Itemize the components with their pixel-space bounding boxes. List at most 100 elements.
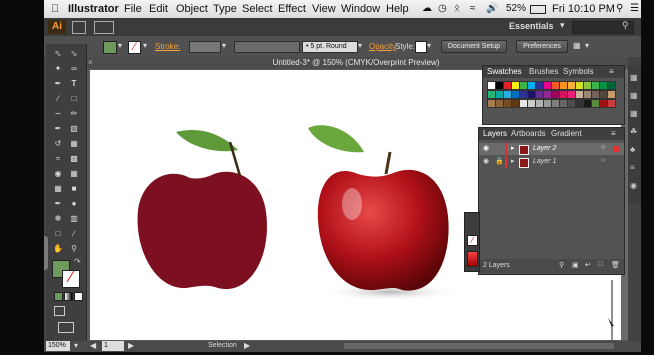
stroke-panel-icon[interactable]: ≡ bbox=[630, 163, 635, 172]
tab-swatches[interactable]: Swatches bbox=[487, 66, 522, 78]
delete-layer-icon[interactable]: 🗑 bbox=[611, 261, 620, 269]
lasso-tool-icon[interactable]: ∞ bbox=[67, 63, 81, 75]
menu-file[interactable]: File bbox=[124, 3, 142, 15]
menu-help[interactable]: Help bbox=[386, 3, 409, 15]
rotate-tool-icon[interactable]: ↺ bbox=[51, 138, 65, 150]
gradient-swatch[interactable] bbox=[467, 251, 478, 267]
color-panel-icon[interactable]: ▦ bbox=[630, 73, 638, 82]
swatch-chip[interactable] bbox=[607, 81, 616, 90]
shape-builder-tool-icon[interactable]: ◉ bbox=[51, 168, 65, 180]
swap-colors-icon[interactable]: ↷ bbox=[74, 257, 81, 266]
swatch-chip[interactable] bbox=[607, 90, 616, 99]
arrange-documents-icon[interactable] bbox=[94, 21, 114, 34]
symbols-panel-icon[interactable]: ♣ bbox=[630, 145, 635, 154]
stroke-label[interactable]: Stroke: bbox=[155, 42, 180, 51]
battery-icon[interactable] bbox=[530, 5, 546, 14]
appearance-panel-icon[interactable]: ◉ bbox=[630, 181, 637, 190]
visibility-eye-icon[interactable]: ◉ bbox=[483, 144, 489, 152]
apple-menu-icon[interactable]:  bbox=[51, 3, 59, 15]
new-sublayer-icon[interactable]: ↵ bbox=[585, 261, 591, 269]
menu-type[interactable]: Type bbox=[213, 3, 237, 15]
panel-menu-icon[interactable]: ≡ bbox=[609, 66, 614, 78]
selection-tool-icon[interactable]: ⬁ bbox=[51, 48, 65, 60]
gradient-mode-icon[interactable] bbox=[64, 292, 73, 301]
clipping-mask-icon[interactable]: ▣ bbox=[572, 261, 579, 269]
hand-tool-icon[interactable]: ✋ bbox=[51, 243, 65, 255]
type-tool-icon[interactable]: T bbox=[67, 78, 81, 90]
direct-selection-tool-icon[interactable]: ⬂ bbox=[67, 48, 81, 60]
menu-view[interactable]: View bbox=[312, 3, 336, 15]
tab-artboards[interactable]: Artboards bbox=[511, 128, 546, 140]
rectangle-tool-icon[interactable]: □ bbox=[67, 93, 81, 105]
stroke-dropdown-icon[interactable]: ▾ bbox=[143, 41, 147, 50]
brush-dropdown-icon[interactable]: ▾ bbox=[358, 41, 362, 50]
timemachine-icon[interactable]: ◷ bbox=[438, 3, 447, 14]
cloud-icon[interactable]: ☁ bbox=[422, 3, 432, 14]
width-tool-icon[interactable]: ≈ bbox=[51, 153, 65, 165]
menu-edit[interactable]: Edit bbox=[149, 3, 168, 15]
eyedropper-tool-icon[interactable]: ✒ bbox=[51, 198, 65, 210]
document-setup-button[interactable]: Document Setup bbox=[441, 40, 507, 53]
blob-brush-tool-icon[interactable]: ✒ bbox=[51, 123, 65, 135]
expand-triangle-icon[interactable]: ▸ bbox=[511, 157, 515, 165]
preferences-button[interactable]: Preferences bbox=[516, 40, 568, 53]
free-transform-tool-icon[interactable]: ▩ bbox=[67, 153, 81, 165]
menu-effect[interactable]: Effect bbox=[278, 3, 306, 15]
menu-window[interactable]: Window bbox=[341, 3, 380, 15]
close-document-icon[interactable]: × bbox=[88, 57, 93, 69]
line-tool-icon[interactable]: ∕ bbox=[51, 93, 65, 105]
eraser-tool-icon[interactable]: ▧ bbox=[67, 123, 81, 135]
chevron-down-icon[interactable]: ▾ bbox=[560, 20, 565, 31]
bridge-icon[interactable] bbox=[72, 21, 86, 34]
symbol-sprayer-tool-icon[interactable]: ❋ bbox=[51, 213, 65, 225]
tab-brushes[interactable]: Brushes bbox=[529, 66, 558, 78]
color-guide-icon[interactable]: ▦ bbox=[630, 91, 638, 100]
color-mode-icon[interactable] bbox=[54, 292, 63, 301]
swatch-chip[interactable] bbox=[607, 99, 616, 108]
workspace-switcher[interactable]: Essentials bbox=[509, 21, 554, 31]
swatches-panel-icon[interactable]: ▦ bbox=[630, 109, 638, 118]
stroke-weight-field[interactable] bbox=[189, 41, 221, 53]
pencil-tool-icon[interactable]: ✏ bbox=[67, 108, 81, 120]
app-menu[interactable]: Illustrator bbox=[68, 3, 119, 15]
perspective-grid-tool-icon[interactable]: ▦ bbox=[67, 168, 81, 180]
pen-tool-icon[interactable]: ✒ bbox=[51, 78, 65, 90]
layer-name[interactable]: Layer 2 bbox=[533, 145, 556, 152]
next-artboard-icon[interactable]: ▶ bbox=[128, 341, 134, 350]
align-icon[interactable]: ▦ bbox=[573, 41, 581, 50]
battery-percent[interactable]: 52% bbox=[506, 3, 526, 14]
zoom-tool-icon[interactable]: ⚲ bbox=[67, 243, 81, 255]
clock[interactable]: Fri 10:10 PM bbox=[552, 3, 615, 15]
stroke-color-box[interactable]: ∕ bbox=[62, 270, 80, 288]
opacity-label[interactable]: Opacity bbox=[369, 42, 396, 51]
target-circle-icon[interactable]: ○ bbox=[601, 144, 605, 151]
align-dropdown-icon[interactable]: ▾ bbox=[585, 41, 589, 50]
brushes-panel-icon[interactable]: ☘ bbox=[630, 127, 637, 136]
shaded-apple-shape[interactable] bbox=[308, 125, 449, 291]
paintbrush-tool-icon[interactable]: ∽ bbox=[51, 108, 65, 120]
mesh-tool-icon[interactable]: ▦ bbox=[51, 183, 65, 195]
bluetooth-icon[interactable]: ᛟ bbox=[454, 3, 460, 14]
variable-width-field[interactable] bbox=[234, 41, 300, 53]
target-circle-icon[interactable]: ○ bbox=[601, 157, 605, 164]
style-dropdown-icon[interactable]: ▾ bbox=[427, 41, 431, 50]
visibility-eye-icon[interactable]: ◉ bbox=[483, 157, 489, 165]
lock-icon[interactable]: 🔒 bbox=[495, 157, 504, 165]
screen-mode-icon[interactable] bbox=[58, 322, 74, 333]
flat-apple-shape[interactable] bbox=[137, 130, 267, 290]
panel-collapse-handle[interactable] bbox=[44, 236, 48, 270]
none-mode-icon[interactable] bbox=[74, 292, 83, 301]
slice-tool-icon[interactable]: ∕ bbox=[67, 228, 81, 240]
magic-wand-tool-icon[interactable]: ✦ bbox=[51, 63, 65, 75]
horizontal-scrollbar[interactable] bbox=[344, 343, 614, 349]
stroke-none-icon[interactable]: ∕ bbox=[128, 41, 141, 54]
stroke-weight-dropdown-icon[interactable]: ▾ bbox=[222, 41, 226, 50]
tab-gradient[interactable]: Gradient bbox=[551, 128, 582, 140]
graph-tool-icon[interactable]: ▥ bbox=[67, 213, 81, 225]
volume-icon[interactable]: 🔊 bbox=[486, 3, 498, 14]
zoom-dropdown-icon[interactable]: ▾ bbox=[74, 341, 78, 350]
scale-tool-icon[interactable]: ▦ bbox=[67, 138, 81, 150]
none-swatch-icon[interactable]: ∕ bbox=[467, 235, 478, 246]
new-layer-icon[interactable]: □ bbox=[598, 261, 602, 268]
swatch-grid[interactable] bbox=[487, 81, 616, 121]
